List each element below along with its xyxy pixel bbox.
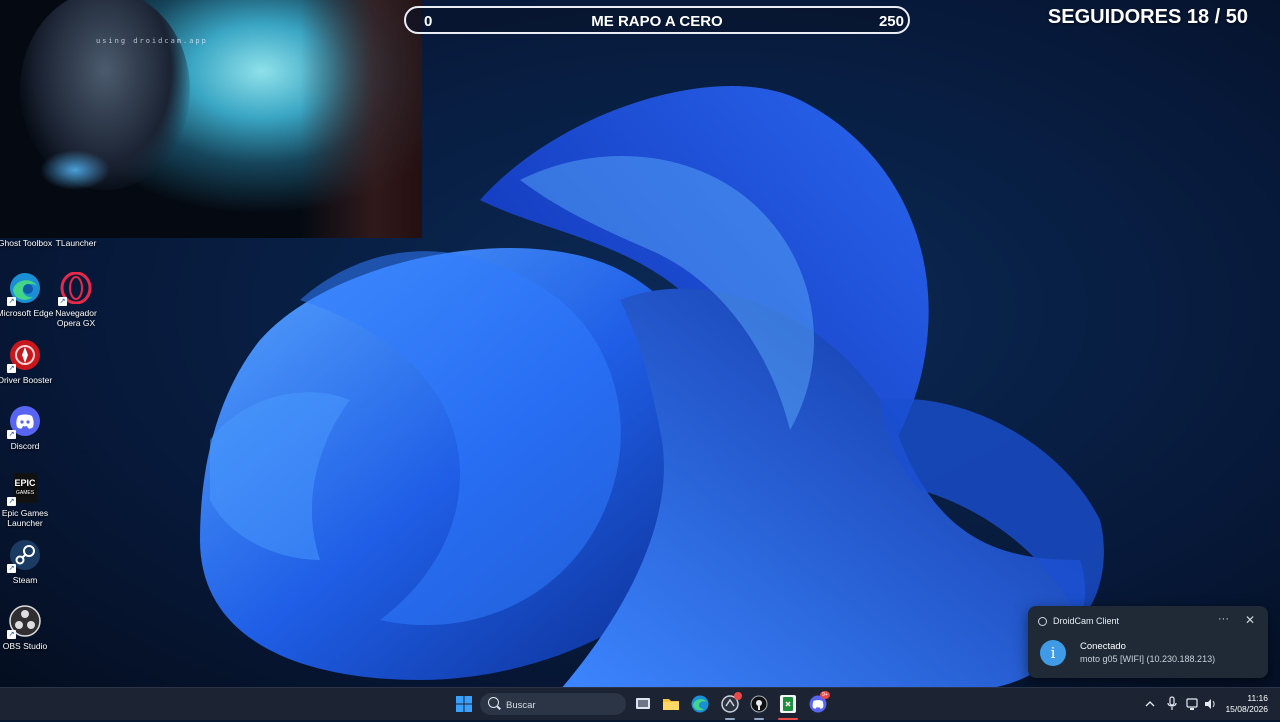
opera-gx-icon: ↗	[58, 271, 92, 306]
taskbar-file-explorer[interactable]	[661, 694, 681, 714]
network-icon	[1186, 698, 1198, 710]
notification-dot	[734, 692, 742, 700]
webcam-feed: using droidcam.app	[0, 0, 422, 238]
goal-title: ME RAPO A CERO	[591, 13, 723, 30]
desktop-icon-opera-gx[interactable]: ↗ Navegador Opera GX	[46, 271, 106, 328]
goal-progress-bar: 0 ME RAPO A CERO 250	[404, 6, 910, 34]
desktop-icon-discord[interactable]: ↗ Discord	[0, 405, 55, 451]
droidcam-icon	[750, 695, 768, 713]
volume-icon	[1205, 699, 1215, 709]
notification-close-button[interactable]: ✕	[1245, 613, 1255, 627]
taskbar-discord[interactable]: 9+	[808, 691, 830, 714]
folder-icon	[663, 699, 679, 710]
desktop-icon-label: OBS Studio	[2, 641, 48, 651]
desktop-icon-label: TLauncher	[55, 238, 97, 248]
notification-body: moto g05 [WIFI] (10.230.188.213)	[1080, 654, 1216, 664]
tray-microphone[interactable]	[1166, 688, 1178, 720]
taskbar-sheets[interactable]	[778, 694, 798, 720]
search-input[interactable]	[504, 696, 618, 714]
discord-badge: 9+	[820, 691, 830, 699]
followers-counter: SEGUIDORES 18 / 50	[1047, 6, 1248, 28]
goal-max-value: 250	[878, 13, 904, 30]
desktop-icon-label: Discord	[10, 441, 40, 451]
driver-booster-icon: ↗	[7, 339, 41, 373]
discord-icon: ↗	[7, 405, 41, 439]
desktop-icon-driver-booster[interactable]: ↗ Driver Booster	[0, 339, 55, 385]
obs-icon: ↗	[7, 605, 41, 639]
clock-time: 11:16	[1247, 693, 1268, 703]
desktop-icon-steam[interactable]: ↗ Steam	[0, 539, 55, 585]
microphone-icon	[1167, 696, 1177, 710]
desktop-icon-label: Steam	[12, 575, 38, 585]
info-icon: i	[1040, 640, 1066, 666]
epic-games-icon: EPIC GAMES ↗	[7, 472, 41, 506]
svg-text:EPIC: EPIC	[14, 478, 36, 488]
tray-network[interactable]	[1185, 688, 1199, 720]
spreadsheet-icon	[780, 695, 796, 713]
taskbar-chrome-app[interactable]	[720, 692, 742, 720]
taskbar-clock[interactable]: 11:16 15/08/2026	[1225, 693, 1268, 715]
start-button[interactable]	[454, 694, 474, 714]
desktop-icon-tlauncher[interactable]: TLauncher	[46, 238, 106, 248]
taskbar: 9+ 11:16 15/08/2026	[0, 687, 1280, 720]
desktop-icon-epic-games[interactable]: EPIC GAMES ↗ Epic Games Launcher	[0, 472, 55, 528]
task-view-button[interactable]	[633, 694, 653, 714]
taskbar-search[interactable]	[480, 693, 626, 715]
windows-icon	[456, 696, 472, 712]
droidcam-app-icon	[1038, 617, 1047, 626]
clock-date: 15/08/2026	[1225, 704, 1268, 714]
desktop-icon-label: Driver Booster	[0, 375, 53, 385]
notification-more-button[interactable]: ···	[1218, 613, 1229, 625]
task-view-icon	[636, 698, 650, 709]
notification-title: Conectado	[1080, 641, 1126, 652]
steam-icon: ↗	[7, 539, 41, 573]
search-icon	[488, 697, 499, 708]
chevron-up-icon	[1145, 701, 1155, 707]
edge-icon	[691, 695, 709, 713]
droidcam-notification[interactable]: DroidCam Client ··· ✕ i Conectado moto g…	[1028, 606, 1268, 678]
notification-app-name: DroidCam Client	[1053, 616, 1120, 626]
desktop-icon-label: Navegador Opera GX	[55, 308, 97, 328]
svg-text:GAMES: GAMES	[16, 490, 35, 496]
tray-volume[interactable]	[1203, 688, 1217, 720]
webcam-watermark: using droidcam.app	[96, 37, 208, 45]
taskbar-edge[interactable]	[690, 694, 710, 714]
taskbar-droidcam[interactable]	[749, 694, 769, 720]
edge-icon: ↗	[7, 272, 41, 306]
desktop-icon-obs[interactable]: ↗ OBS Studio	[0, 605, 55, 651]
desktop-icon-label: Epic Games Launcher	[1, 508, 49, 528]
tray-overflow-button[interactable]	[1144, 688, 1156, 720]
